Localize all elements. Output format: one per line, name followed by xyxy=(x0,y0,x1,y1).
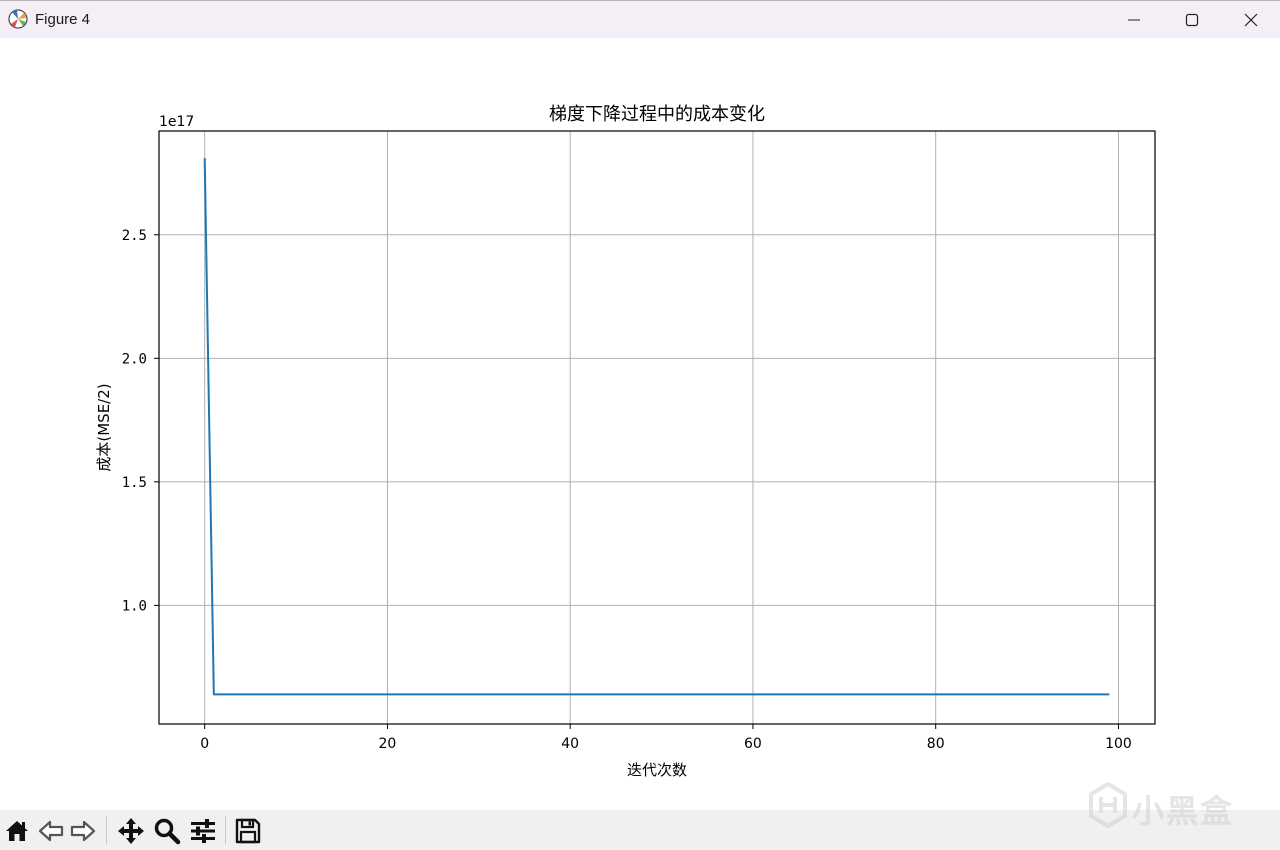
x-tick-label: 20 xyxy=(379,736,397,752)
y-axis-label: 成本(MSE/2) xyxy=(95,383,113,471)
save-button[interactable] xyxy=(233,816,263,846)
save-icon xyxy=(235,818,261,844)
maximize-icon xyxy=(1185,13,1199,27)
forward-button[interactable] xyxy=(68,816,98,846)
x-tick-label: 40 xyxy=(561,736,579,752)
watermark-text: 小黑盒 xyxy=(1132,792,1235,830)
x-axis-label: 迭代次数 xyxy=(627,761,687,779)
forward-arrow-icon xyxy=(70,820,96,842)
home-icon xyxy=(6,821,28,841)
axis-ticks: 0 20 40 60 80 100 1.0 1.5 2.0 2.5 xyxy=(122,228,1132,752)
sliders-icon xyxy=(191,819,215,843)
back-arrow-icon xyxy=(38,820,64,842)
zoom-icon xyxy=(154,818,181,845)
zoom-button[interactable] xyxy=(152,816,182,846)
watermark-logo-icon xyxy=(1089,782,1127,828)
y-tick-label: 1.5 xyxy=(122,475,147,491)
line-chart: 0 20 40 60 80 100 1.0 1.5 2.0 2.5 梯度下降过程中的成本变化 1e… xyxy=(95,104,1156,779)
figure-canvas[interactable]: 0 20 40 60 80 100 1.0 1.5 2.0 2.5 梯度下降过程中的成本变化 1e… xyxy=(0,38,1280,810)
watermark: 小黑盒 xyxy=(1088,778,1248,838)
x-tick-label: 100 xyxy=(1105,736,1132,752)
cost-series-line xyxy=(203,158,1110,696)
back-button[interactable] xyxy=(36,816,66,846)
cost-series xyxy=(203,158,1110,696)
move-icon xyxy=(118,818,144,844)
minimize-icon xyxy=(1128,19,1140,21)
matplotlib-app-icon xyxy=(8,9,28,29)
x-tick-label: 0 xyxy=(200,736,209,752)
y-tick-label: 1.0 xyxy=(122,598,147,614)
close-icon xyxy=(1244,13,1258,27)
y-offset-label: 1e17 xyxy=(159,114,194,130)
home-button[interactable] xyxy=(2,816,32,846)
axes-frame xyxy=(158,130,1156,725)
minimize-button[interactable] xyxy=(1105,1,1163,39)
grid-lines xyxy=(159,131,1155,724)
pan-button[interactable] xyxy=(116,816,146,846)
window-title: Figure 4 xyxy=(35,11,91,28)
x-tick-label: 60 xyxy=(744,736,762,752)
configure-subplots-button[interactable] xyxy=(188,816,218,846)
toolbar-separator xyxy=(106,816,107,844)
close-button[interactable] xyxy=(1222,1,1280,39)
maximize-button[interactable] xyxy=(1163,1,1221,39)
chart-title: 梯度下降过程中的成本变化 xyxy=(549,104,765,125)
figure-window: Figure 4 0 20 40 60 80 100 1.0 1.5 2.0 2.5 梯度下降过程… xyxy=(0,0,1280,850)
toolbar-separator xyxy=(225,816,226,844)
x-tick-label: 80 xyxy=(927,736,945,752)
y-tick-label: 2.5 xyxy=(122,228,147,244)
title-bar[interactable]: Figure 4 xyxy=(0,0,1280,38)
y-tick-label: 2.0 xyxy=(122,351,147,367)
